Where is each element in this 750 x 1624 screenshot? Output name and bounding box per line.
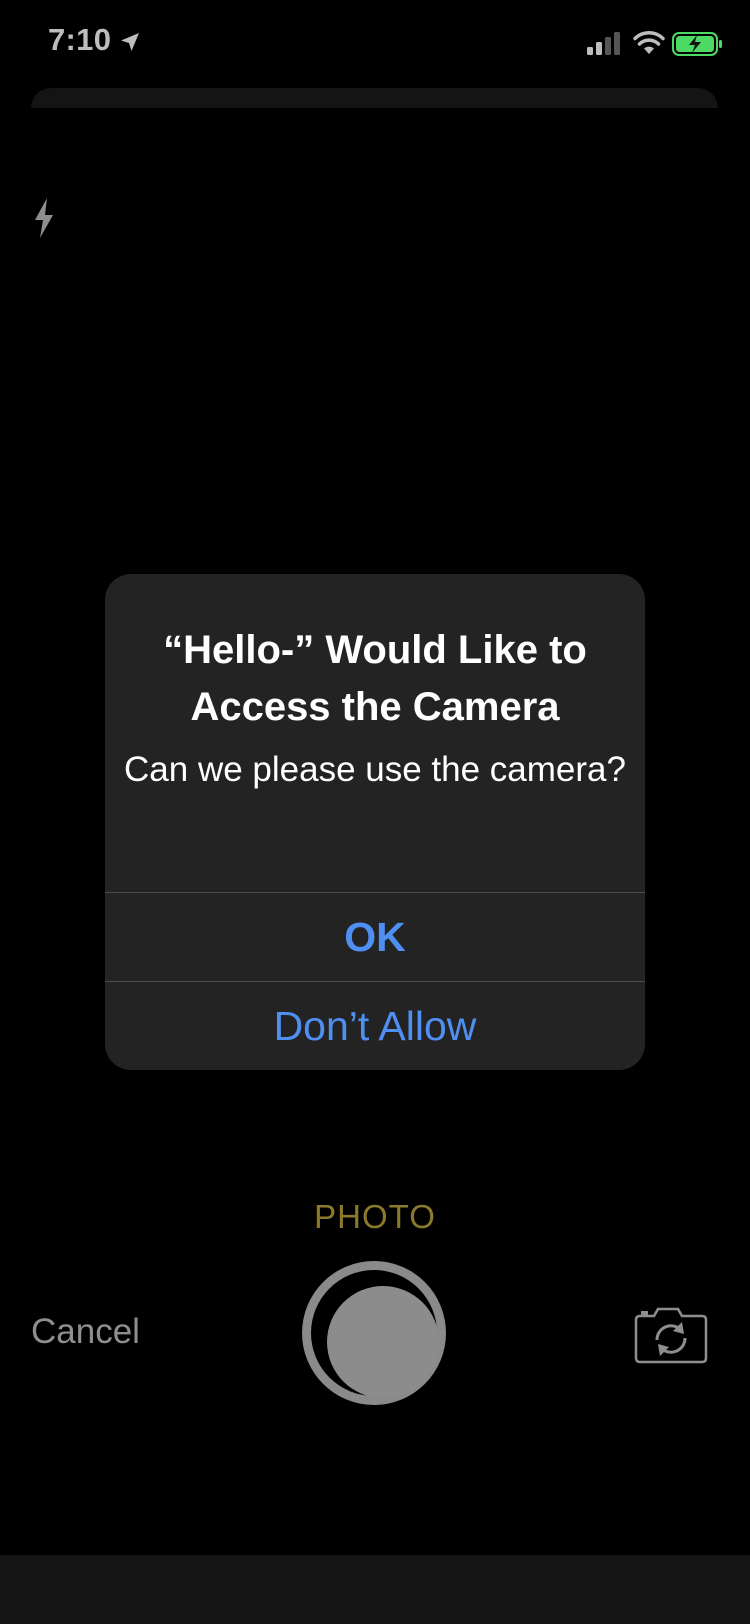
top-bar bbox=[31, 88, 718, 108]
shutter-ring bbox=[311, 1270, 439, 1398]
wifi-icon bbox=[633, 31, 665, 54]
ok-button[interactable]: OK bbox=[105, 893, 645, 981]
shutter-button[interactable] bbox=[302, 1261, 446, 1405]
cancel-button[interactable]: Cancel bbox=[31, 1312, 140, 1352]
alert-title: “Hello-” Would Like to Access the Camera bbox=[163, 628, 587, 729]
battery-charging-icon bbox=[672, 32, 722, 56]
cellular-signal-icon bbox=[587, 32, 620, 55]
flip-camera-icon[interactable] bbox=[632, 1304, 710, 1366]
status-time: 7:10 bbox=[48, 22, 112, 57]
location-arrow-icon bbox=[121, 33, 139, 51]
camera-mode-photo[interactable]: PHOTO bbox=[0, 1198, 750, 1236]
status-bar: 7:10 bbox=[0, 0, 750, 90]
bottom-bar bbox=[0, 1555, 750, 1624]
camera-permission-alert: “Hello-” Would Like to Access the Camera… bbox=[105, 574, 645, 1070]
dont-allow-button[interactable]: Don’t Allow bbox=[105, 982, 645, 1070]
shutter-inner bbox=[327, 1286, 439, 1398]
alert-message: Can we please use the camera? bbox=[124, 750, 626, 789]
flash-icon[interactable] bbox=[28, 196, 60, 240]
